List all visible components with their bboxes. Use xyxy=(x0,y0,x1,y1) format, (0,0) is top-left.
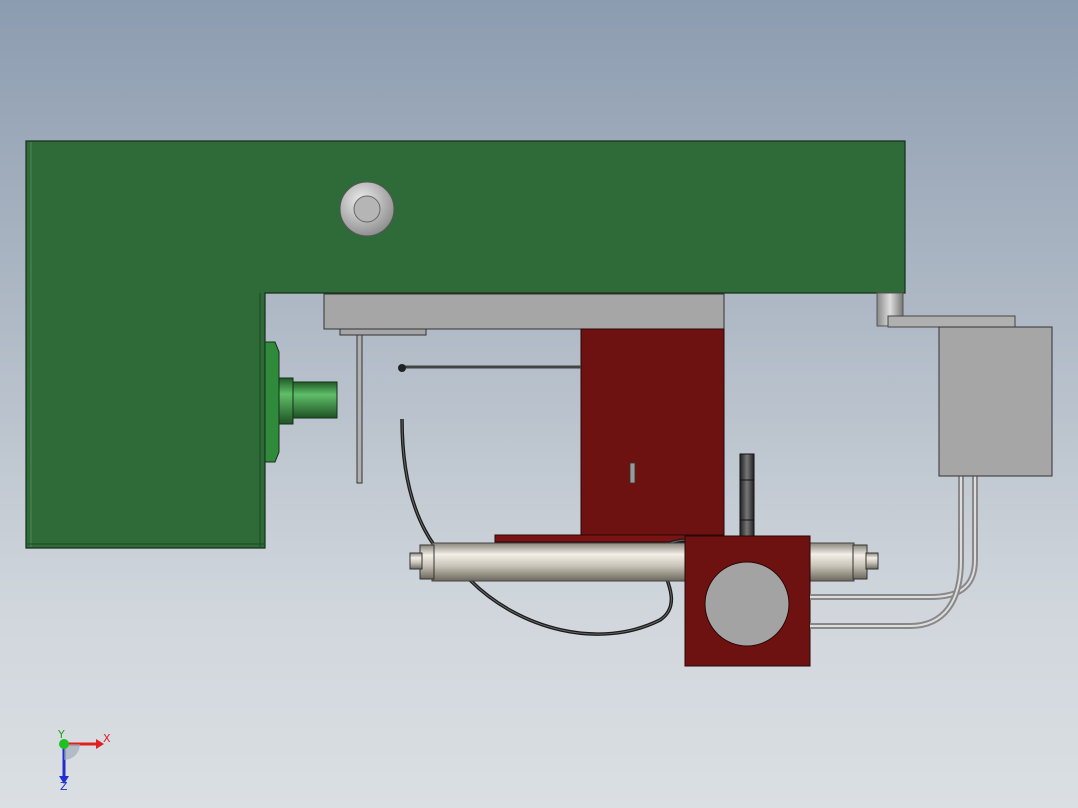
plate-lip xyxy=(339,328,427,336)
screw xyxy=(629,462,636,484)
rod-end-right xyxy=(865,552,879,570)
pin-collar xyxy=(278,377,294,425)
green-pin[interactable] xyxy=(292,381,338,419)
green-bracket[interactable] xyxy=(25,140,906,549)
model-scene[interactable]: X Y Z xyxy=(0,0,1078,808)
valve-box[interactable] xyxy=(938,326,1053,477)
gray-plate[interactable] xyxy=(323,293,725,330)
y-axis-label: Y xyxy=(57,728,65,741)
vertical-rod xyxy=(356,334,363,484)
maroon-block[interactable] xyxy=(580,328,725,540)
pin-flange xyxy=(264,341,280,463)
bore-circle xyxy=(704,561,790,647)
z-axis-label: Z xyxy=(60,780,68,793)
x-axis-label: X xyxy=(103,732,111,745)
proximity-sensor[interactable] xyxy=(739,453,755,541)
rod-end-left xyxy=(409,552,423,570)
3d-viewport[interactable]: X Y Z xyxy=(0,0,1078,808)
axis-triad: X Y Z xyxy=(57,728,111,793)
bolt-center xyxy=(353,195,381,223)
mount-plate xyxy=(887,315,1016,328)
rod-nut-right xyxy=(852,544,868,580)
wire-end xyxy=(398,364,406,372)
